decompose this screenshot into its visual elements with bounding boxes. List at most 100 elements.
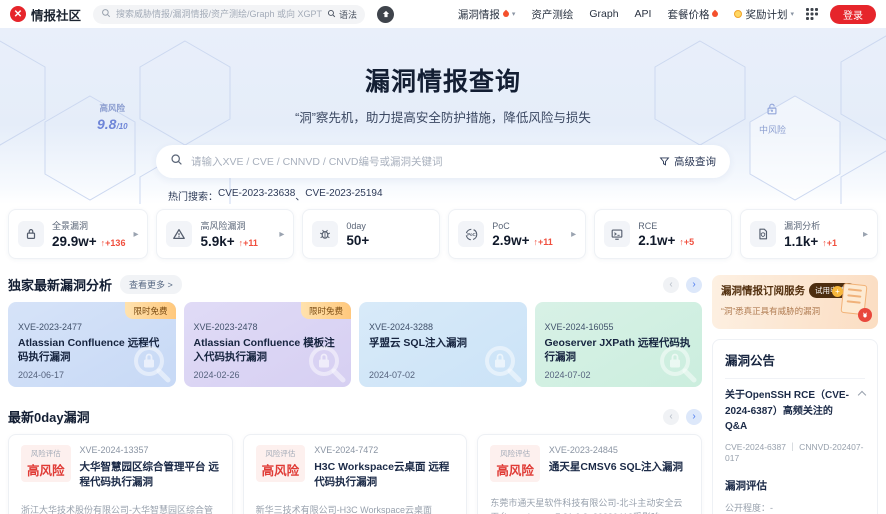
hot-search-link[interactable]: CVE-2023-25194: [305, 188, 382, 203]
announcement-item[interactable]: 关于OpenSSH RCE（CVE-2024-6387）高频关注的Q&A: [725, 388, 865, 435]
nav-item-pricing[interactable]: 套餐价格: [667, 7, 718, 22]
vuln-search-bar[interactable]: 高级查询: [156, 145, 730, 178]
cloud-console-icon[interactable]: [377, 6, 394, 23]
analysis-card[interactable]: 限时免费 XVE-2023-2478 Atlassian Confluence …: [184, 302, 352, 387]
carousel-prev-button[interactable]: ‹: [663, 277, 679, 293]
lock-magnifier-icon: [481, 342, 525, 387]
stat-value: 5.9k+: [200, 234, 234, 249]
stats-row: 全景漏洞 29.9w+ ↑+136 ▸ 高风险漏洞 5.9k+ ↑+11 ▸: [0, 209, 886, 259]
vuln-id: XVE-2023-2477: [18, 322, 166, 332]
analysis-card[interactable]: XVE-2024-3288 孚盟云 SQL注入漏洞 2024-07-02: [359, 302, 527, 387]
subscription-title: 漏洞情报订阅服务: [721, 283, 805, 298]
stat-card-0day[interactable]: 0day 50+: [302, 209, 440, 259]
vuln-id: XVE-2024-3288: [369, 322, 517, 332]
analysis-card[interactable]: XVE-2024-16055 Geoserver JXPath 远程代码执行漏洞…: [535, 302, 703, 387]
vuln-description: 新华三技术有限公司-H3C Workspace云桌面 version <= E1…: [256, 503, 455, 514]
analysis-card[interactable]: 限时免费 XVE-2023-2477 Atlassian Confluence …: [8, 302, 176, 387]
stat-label: RCE: [638, 221, 694, 231]
carousel-prev-button[interactable]: ‹: [663, 409, 679, 425]
hot-search-link[interactable]: CVE-2023-23638: [218, 188, 295, 203]
free-badge: 限时免费: [125, 302, 175, 319]
brand-home-link[interactable]: ✕ 情报社区: [10, 5, 81, 24]
stat-card-poc[interactable]: PoC PoC 2.9w+ ↑+11 ▸: [448, 209, 586, 259]
stat-label: PoC: [492, 221, 552, 231]
chevron-right-icon: ▸: [863, 229, 868, 240]
alert-triangle-icon: [166, 221, 192, 247]
announcement-card: 漏洞公告 关于OpenSSH RCE（CVE-2024-6387）高频关注的Q&…: [712, 339, 878, 514]
view-more-button[interactable]: 查看更多 >: [120, 275, 182, 294]
doc-icon: [750, 221, 776, 247]
vuln-id: XVE-2023-2478: [194, 322, 342, 332]
page-title: 漏洞情报查询: [0, 28, 886, 98]
announcement-item-ids: CVE-2024-6387 ｜ CNNVD-202407-017: [725, 441, 865, 463]
lock-magnifier-icon: [130, 342, 174, 387]
stat-value: 50+: [346, 233, 369, 248]
chevron-right-icon: ▸: [571, 229, 576, 240]
global-search-input[interactable]: [116, 9, 322, 19]
nav-item-asset-mapping[interactable]: 资产测绘: [531, 7, 573, 22]
advanced-query-button[interactable]: 高级查询: [659, 154, 716, 169]
chevron-up-icon[interactable]: [858, 391, 866, 399]
free-badge: 限时免费: [301, 302, 351, 319]
global-search[interactable]: 语法: [93, 5, 365, 24]
nav-item-graph[interactable]: Graph: [589, 8, 618, 20]
vuln-title: 大华智慧园区综合管理平台 远程代码执行漏洞: [80, 460, 220, 489]
search-icon: [101, 5, 111, 23]
announcement-item-title: 关于OpenSSH RCE（CVE-2024-6387）高频关注的Q&A: [725, 388, 853, 435]
top-navbar: ✕ 情报社区 语法 漏洞情报 ▾ 资产测绘: [0, 0, 886, 28]
svg-text:PoC: PoC: [467, 232, 476, 237]
syntax-button[interactable]: 语法: [327, 8, 357, 21]
chevron-down-icon: ▾: [512, 10, 516, 18]
vuln-id: XVE-2024-16055: [545, 322, 693, 332]
stat-card-high-risk[interactable]: 高风险漏洞 5.9k+ ↑+11 ▸: [156, 209, 294, 259]
vuln-description: 浙江大华技术股份有限公司-大华智慧园区综合管理平台 version <= V3.…: [21, 503, 220, 514]
stat-delta: ↑+136: [101, 238, 126, 248]
zeroday-section-title: 最新0day漏洞: [8, 407, 90, 426]
chevron-right-icon: ▸: [279, 229, 284, 240]
vuln-date: 2024-07-02: [545, 370, 591, 380]
hot-search-label: 热门搜索：: [168, 188, 218, 203]
lock-magnifier-icon: [305, 342, 349, 387]
poc-icon: PoC: [458, 221, 484, 247]
nav-item-rewards[interactable]: 奖励计划 ▾: [734, 7, 794, 22]
vuln-description: 东莞市通天星软件科技有限公司-北斗主动安全云平台 version <= 7.31…: [490, 496, 689, 514]
hot-search-row: 热门搜索： CVE-2023-23638 、 CVE-2023-25194: [156, 188, 730, 203]
subscription-banner[interactable]: 漏洞情报订阅服务 试用申请 › “洞”悉真正具有威胁的漏洞 +: [712, 275, 878, 329]
zeroday-card[interactable]: 风险评估 高风险 XVE-2023-24845 通天星CMSV6 SQL注入漏洞…: [477, 434, 702, 514]
subscription-illustration: +: [832, 282, 872, 322]
stat-value: 2.1w+: [638, 233, 675, 248]
stat-label: 漏洞分析: [784, 219, 837, 232]
eval-field: 公开程度：-: [725, 501, 865, 514]
page-subtitle: “洞”察先机，助力提高安全防护措施，降低风险与损失: [0, 107, 886, 126]
main-nav: 漏洞情报 ▾ 资产测绘 Graph API 套餐价格 奖励计划 ▾: [458, 7, 794, 22]
zeroday-card[interactable]: 风险评估 高风险 XVE-2024-13357 大华智慧园区综合管理平台 远程代…: [8, 434, 233, 514]
stat-delta: ↑+5: [679, 237, 694, 247]
zeroday-card[interactable]: 风险评估 高风险 XVE-2024-7472 H3C Workspace云桌面 …: [243, 434, 468, 514]
risk-badge: 风险评估 高风险: [490, 445, 540, 482]
carousel-next-button[interactable]: ›: [686, 277, 702, 293]
funnel-icon: [659, 156, 670, 167]
right-sidebar: 漏洞情报订阅服务 试用申请 › “洞”悉真正具有威胁的漏洞 + 漏洞公告 关于O…: [712, 275, 878, 514]
bug-icon: [312, 221, 338, 247]
analysis-cards-row: 限时免费 XVE-2023-2477 Atlassian Confluence …: [8, 302, 702, 387]
apps-grid-icon[interactable]: [806, 8, 818, 20]
search-icon: [170, 153, 183, 171]
stat-delta: ↑+11: [239, 238, 258, 248]
stat-label: 全景漏洞: [52, 219, 125, 232]
vuln-eval-title: 漏洞评估: [725, 478, 865, 493]
vuln-intel-page: ✕ 情报社区 语法 漏洞情报 ▾ 资产测绘: [0, 0, 886, 514]
stat-card-rce[interactable]: RCE 2.1w+ ↑+5: [594, 209, 732, 259]
plus-icon: +: [832, 286, 843, 297]
vuln-id: XVE-2024-13357: [80, 445, 220, 455]
medal-icon: [734, 10, 742, 18]
stat-card-panorama[interactable]: 全景漏洞 29.9w+ ↑+136 ▸: [8, 209, 148, 259]
nav-item-vuln-intel[interactable]: 漏洞情报 ▾: [458, 7, 516, 22]
vuln-title: H3C Workspace云桌面 远程代码执行漏洞: [314, 460, 454, 489]
nav-item-api[interactable]: API: [635, 8, 652, 20]
login-button[interactable]: 登录: [830, 5, 876, 24]
brand-logo-icon: ✕: [10, 6, 26, 22]
hot-flame-icon: [502, 10, 510, 18]
carousel-next-button[interactable]: ›: [686, 409, 702, 425]
stat-card-analysis[interactable]: 漏洞分析 1.1k+ ↑+1 ▸: [740, 209, 878, 259]
vuln-search-input[interactable]: [191, 156, 651, 168]
